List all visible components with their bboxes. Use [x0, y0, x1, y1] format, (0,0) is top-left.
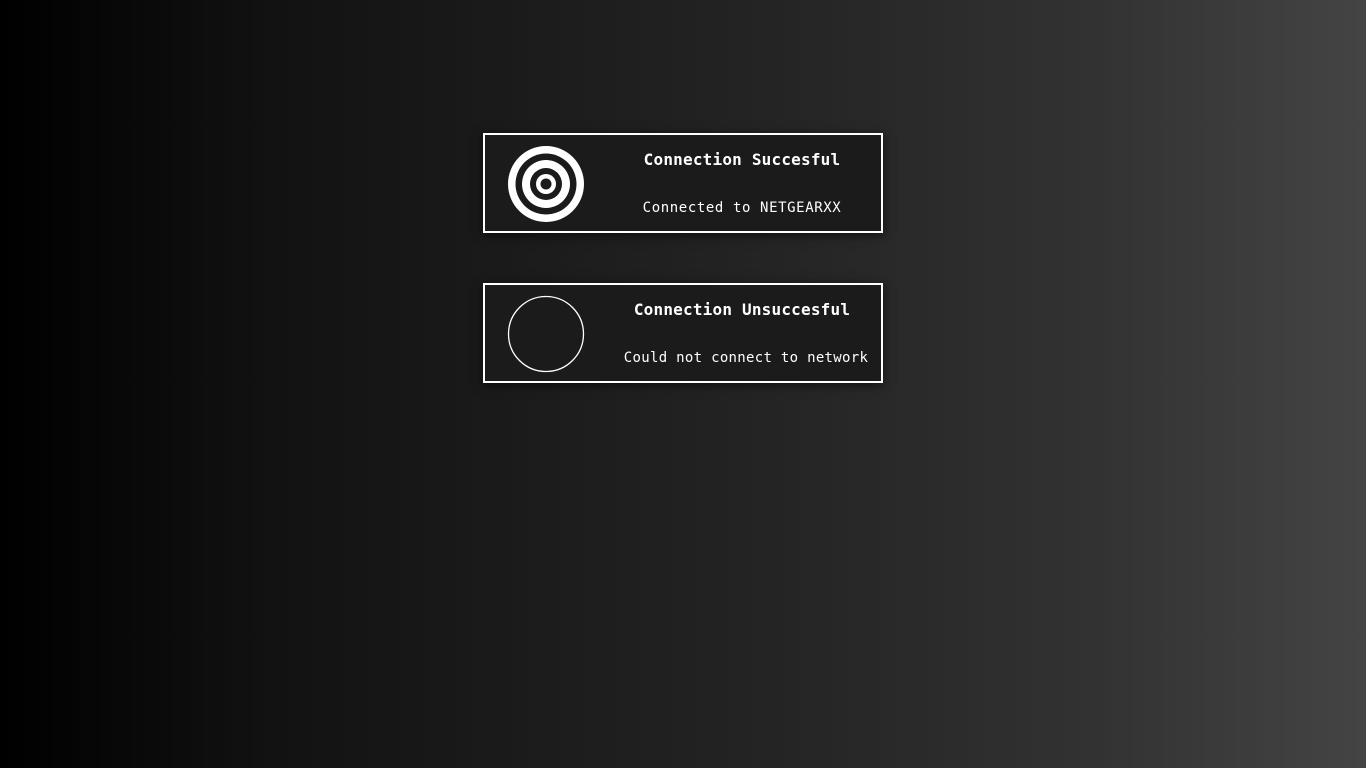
notification-title: Connection Unsuccesful: [633, 300, 851, 319]
failure-notification: Connection Unsuccesful Could not connect…: [483, 283, 883, 383]
success-notification: Connection Succesful Connected to NETGEA…: [483, 133, 883, 233]
notification-message: Could not connect to network: [623, 350, 869, 366]
success-notification-text: Connection Succesful Connected to NETGEA…: [603, 135, 881, 231]
empty-circle-icon: [507, 295, 585, 373]
failure-notification-text: Connection Unsuccesful Could not connect…: [603, 285, 881, 381]
notification-message: Connected to NETGEARXX: [642, 200, 842, 216]
target-icon: [507, 145, 585, 223]
notification-title: Connection Succesful: [643, 150, 841, 169]
